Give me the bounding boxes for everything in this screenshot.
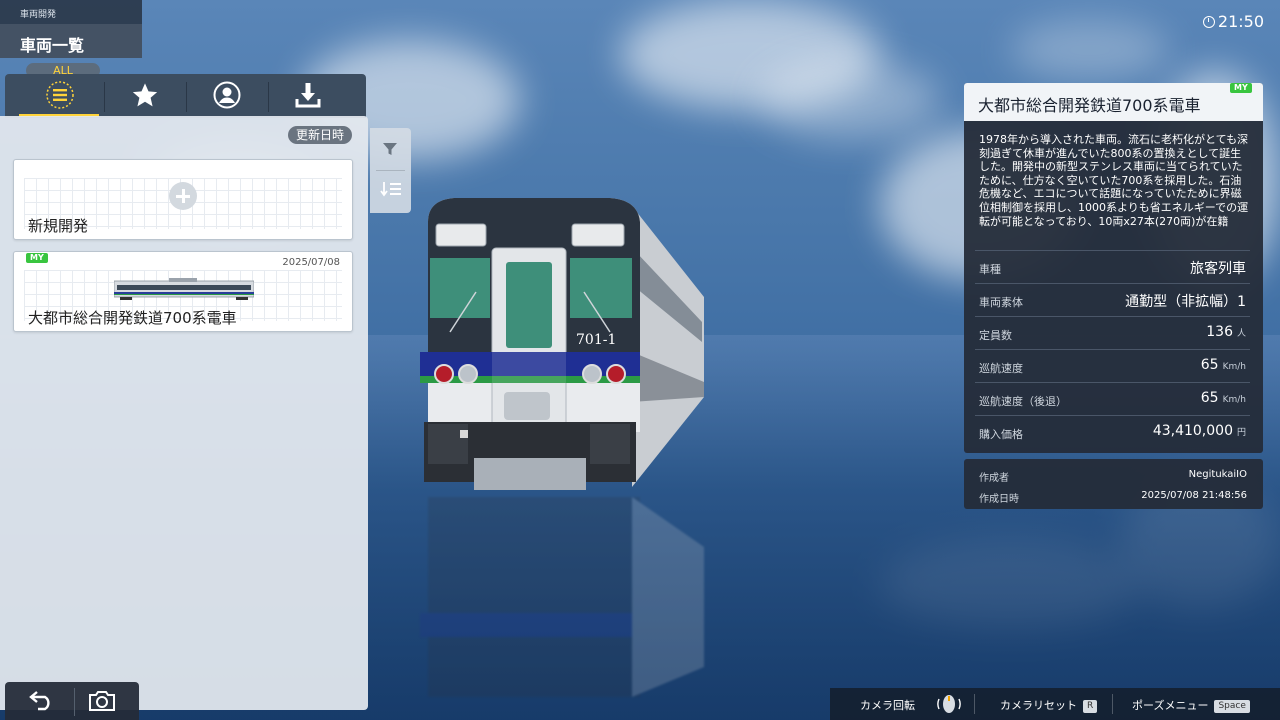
my-badge: MY (1230, 83, 1252, 93)
screen-subtitle: 車両開発 (20, 10, 57, 20)
vehicle-info-title: 大都市総合開発鉄道700系電車 (978, 96, 1201, 115)
spec-row-type: 車種 旅客列車 (975, 250, 1250, 283)
camera-icon[interactable] (87, 689, 117, 717)
tab-downloaded[interactable] (268, 78, 348, 116)
spec-value: 43,410,000 (1152, 423, 1233, 439)
clock-time: 21:50 (1217, 12, 1264, 31)
mouse-icon (933, 693, 965, 718)
sort-icon[interactable] (380, 180, 402, 202)
spec-value: 旅客列車 (1190, 261, 1246, 277)
spec-row-capacity: 定員数 136 人 (975, 316, 1250, 349)
sort-order-button[interactable]: 更新日時 (287, 126, 352, 144)
download-icon (294, 81, 322, 113)
clock-icon (1202, 15, 1215, 28)
spec-label: 車両素体 (979, 296, 1023, 309)
spec-label: 定員数 (979, 329, 1012, 342)
creator-info-panel: 作成者 NegitukaiIO 作成日時 2025/07/08 21:48:56 (964, 459, 1263, 509)
vehicle-card-date: 2025/07/08 (282, 257, 340, 268)
tab-my-vehicles[interactable] (187, 78, 267, 116)
spec-label: 車種 (979, 263, 1001, 276)
new-vehicle-card[interactable]: 新規開発 (13, 159, 353, 240)
control-hints-bar: カメラ回転 カメラリセット R ポーズメニュー Space (830, 688, 1280, 720)
train-thumbnail-icon (114, 278, 254, 300)
spec-value: 65 (1200, 390, 1219, 406)
spec-unit: 人 (1236, 329, 1246, 339)
author-name: NegitukaiIO (1188, 469, 1247, 480)
vehicle-info-panel: 大都市総合開発鉄道700系電車 MY 1978年から導入された車両。流石に老朽化… (964, 83, 1263, 453)
plus-icon (169, 182, 197, 210)
author-label: 作成者 (979, 473, 1009, 484)
vehicle-info-header: 大都市総合開発鉄道700系電車 MY (964, 83, 1263, 121)
spec-unit: Km/h (1222, 395, 1246, 405)
hint-camera-reset: カメラリセット R (1000, 697, 1098, 713)
star-icon (131, 81, 159, 113)
hint-pause-menu-label: ポーズメニュー (1132, 699, 1209, 712)
vehicle-list-panel: 更新日時 新規開発 MY 2025/07/08 大都市総合開発鉄道700系電車 (0, 116, 368, 710)
vehicle-description: 1978年から導入された車両。流石に老朽化がとても深刻過ぎて休車が進んでいた80… (979, 133, 1249, 228)
spec-row-price: 購入価格 43,410,000 円 (975, 415, 1250, 448)
filter-icon[interactable] (382, 141, 398, 161)
spec-row-speed: 巡航速度 65 Km/h (975, 349, 1250, 382)
created-date-label: 作成日時 (979, 494, 1019, 505)
spec-label: 巡航速度（後退） (979, 395, 1067, 408)
key-r: R (1083, 700, 1098, 713)
tab-favorites[interactable] (105, 78, 185, 116)
hint-camera-rotate: カメラ回転 (860, 699, 915, 712)
created-date: 2025/07/08 21:48:56 (1141, 490, 1247, 501)
hint-pause-menu: ポーズメニュー Space (1132, 697, 1250, 713)
user-icon (213, 81, 241, 113)
train-preview[interactable]: 701-1 (414, 192, 706, 497)
screen-title-bar: 車両一覧 (0, 24, 142, 58)
new-vehicle-label: 新規開発 (28, 217, 89, 235)
list-icon (45, 80, 75, 114)
spec-value: 136 (1206, 324, 1233, 340)
clock: 21:50 (1202, 12, 1264, 31)
spec-row-reverse-speed: 巡航速度（後退） 65 Km/h (975, 382, 1250, 415)
spec-label: 巡航速度 (979, 362, 1023, 375)
screen-title: 車両一覧 (20, 36, 85, 55)
spec-value: 通勤型（非拡幅）1 (1125, 294, 1246, 310)
category-tab-bar (5, 74, 366, 118)
list-tool-buttons (370, 128, 411, 213)
hint-camera-reset-label: カメラリセット (1000, 699, 1077, 712)
vehicle-spec-list: 車種 旅客列車 車両素体 通勤型（非拡幅）1 定員数 136 人 巡航速度 65 K… (975, 250, 1250, 448)
train-reflection (414, 497, 706, 697)
vehicle-card-name: 大都市総合開発鉄道700系電車 (28, 309, 237, 327)
spec-value: 65 (1200, 357, 1219, 373)
spec-unit: 円 (1236, 428, 1246, 438)
spec-row-base: 車両素体 通勤型（非拡幅）1 (975, 283, 1250, 316)
tab-all[interactable] (20, 78, 100, 116)
bottom-action-bar (5, 682, 139, 720)
my-badge: MY (26, 253, 48, 263)
back-icon[interactable] (29, 689, 55, 715)
train-number: 701-1 (576, 332, 616, 348)
spec-label: 購入価格 (979, 428, 1023, 441)
vehicle-card[interactable]: MY 2025/07/08 大都市総合開発鉄道700系電車 (13, 251, 353, 332)
spec-unit: Km/h (1222, 362, 1246, 372)
key-space: Space (1214, 700, 1250, 713)
screen-header: 車両開発 車両一覧 (0, 0, 142, 58)
